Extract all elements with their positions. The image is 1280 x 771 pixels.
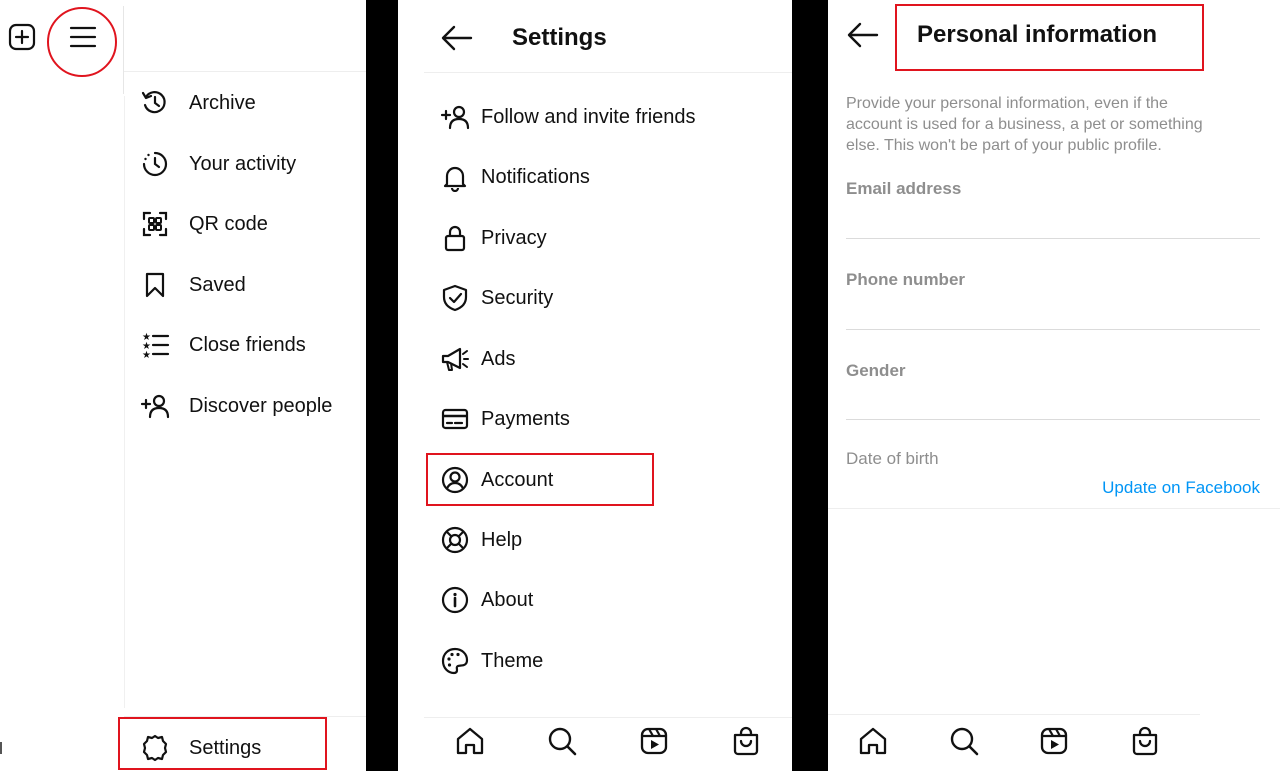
description-line: account is used for a business, a pet or… bbox=[846, 116, 1203, 133]
settings-item-follow-invite[interactable]: Follow and invite friends bbox=[440, 97, 696, 137]
card-icon bbox=[440, 404, 470, 434]
home-icon[interactable] bbox=[857, 725, 889, 762]
new-post-button[interactable] bbox=[7, 22, 37, 52]
field-underline bbox=[846, 329, 1260, 330]
gender-field-label: Gender bbox=[846, 361, 906, 380]
settings-item-label: Security bbox=[481, 286, 554, 309]
bottom-nav bbox=[828, 716, 1190, 771]
menu-item-label: Your activity bbox=[189, 152, 297, 175]
menu-item-label: Archive bbox=[189, 91, 256, 114]
panel-separator bbox=[792, 0, 828, 771]
field-underline bbox=[846, 419, 1260, 420]
highlight-box bbox=[426, 453, 654, 506]
email-field-label: Email address bbox=[846, 179, 962, 198]
svg-text:★: ★ bbox=[142, 350, 151, 360]
search-icon[interactable] bbox=[948, 725, 980, 762]
settings-item-label: Follow and invite friends bbox=[481, 105, 696, 128]
settings-item-label: Payments bbox=[481, 407, 570, 430]
email-field[interactable] bbox=[846, 200, 1260, 238]
home-icon[interactable] bbox=[454, 725, 486, 762]
settings-item-ads[interactable]: Ads bbox=[440, 339, 515, 379]
bell-icon bbox=[440, 162, 470, 192]
bookmark-icon bbox=[140, 269, 176, 301]
personal-info-panel: Personal information Provide your person… bbox=[828, 0, 1280, 771]
settings-item-label: Privacy bbox=[481, 226, 547, 249]
divider bbox=[124, 96, 125, 708]
activity-icon bbox=[140, 148, 176, 180]
arrow-left-icon bbox=[847, 22, 879, 48]
divider bbox=[828, 714, 1200, 715]
megaphone-icon bbox=[440, 344, 470, 374]
help-icon bbox=[440, 525, 470, 555]
arrow-left-icon bbox=[441, 25, 473, 51]
plus-square-icon bbox=[8, 23, 36, 51]
highlight-box bbox=[895, 4, 1204, 71]
reels-icon[interactable] bbox=[1038, 725, 1070, 762]
palette-icon bbox=[440, 646, 470, 676]
menu-item-close-friends[interactable]: ★ ★ ★ Close friends bbox=[140, 325, 306, 365]
close-friends-icon: ★ ★ ★ bbox=[140, 329, 176, 361]
menu-item-saved[interactable]: Saved bbox=[140, 265, 246, 305]
settings-item-label: Theme bbox=[481, 649, 544, 672]
reels-icon[interactable] bbox=[638, 725, 670, 762]
shield-icon bbox=[440, 283, 470, 313]
divider bbox=[424, 72, 792, 73]
update-on-facebook-link[interactable]: Update on Facebook bbox=[1102, 478, 1260, 498]
page-title: Settings bbox=[512, 24, 607, 51]
panel-separator bbox=[366, 0, 398, 771]
edge-mark bbox=[0, 742, 2, 754]
menu-item-qr-code[interactable]: QR code bbox=[140, 204, 268, 244]
lock-icon bbox=[440, 223, 470, 253]
settings-item-payments[interactable]: Payments bbox=[440, 399, 570, 439]
description: Provide your personal information, even … bbox=[846, 93, 1266, 156]
search-icon[interactable] bbox=[546, 725, 578, 762]
side-menu-panel: Archive Your activity QR code Saved ★ ★ ★ … bbox=[0, 0, 366, 771]
settings-item-security[interactable]: Security bbox=[440, 278, 553, 318]
add-person-icon bbox=[440, 102, 470, 132]
settings-item-help[interactable]: Help bbox=[440, 520, 522, 560]
menu-item-label: Discover people bbox=[189, 394, 333, 417]
settings-item-privacy[interactable]: Privacy bbox=[440, 218, 547, 258]
settings-item-about[interactable]: About bbox=[440, 580, 533, 620]
shop-icon[interactable] bbox=[1129, 725, 1161, 762]
menu-item-archive[interactable]: Archive bbox=[140, 83, 256, 123]
info-icon bbox=[440, 585, 470, 615]
add-person-icon bbox=[140, 390, 176, 422]
archive-icon bbox=[140, 87, 176, 119]
settings-item-label: Help bbox=[481, 528, 523, 551]
back-button[interactable] bbox=[846, 20, 880, 50]
divider bbox=[124, 71, 366, 72]
field-underline bbox=[846, 238, 1260, 239]
gender-field[interactable] bbox=[846, 381, 1260, 419]
qr-code-icon bbox=[140, 208, 176, 240]
settings-item-label: Notifications bbox=[481, 165, 590, 188]
menu-item-label: QR code bbox=[189, 212, 268, 235]
back-button[interactable] bbox=[440, 23, 474, 53]
menu-item-label: Close friends bbox=[189, 333, 306, 356]
description-line: else. This won't be part of your public … bbox=[846, 137, 1162, 154]
description-line: Provide your personal information, even … bbox=[846, 95, 1168, 112]
settings-item-notifications[interactable]: Notifications bbox=[440, 157, 590, 197]
settings-item-label: Ads bbox=[481, 347, 516, 370]
menu-item-discover-people[interactable]: Discover people bbox=[140, 386, 332, 426]
top-bar bbox=[0, 0, 124, 96]
settings-item-label: About bbox=[481, 588, 534, 611]
shop-icon[interactable] bbox=[730, 725, 762, 762]
highlight-box bbox=[118, 717, 327, 770]
settings-panel: Settings Follow and invite friends Notif… bbox=[398, 0, 792, 771]
menu-item-your-activity[interactable]: Your activity bbox=[140, 144, 296, 184]
settings-item-theme[interactable]: Theme bbox=[440, 641, 543, 681]
phone-field[interactable] bbox=[846, 290, 1260, 328]
dob-field-label: Date of birth bbox=[846, 449, 939, 468]
divider bbox=[123, 6, 124, 94]
phone-field-label: Phone number bbox=[846, 270, 966, 289]
divider bbox=[828, 508, 1280, 509]
highlight-circle bbox=[47, 7, 117, 77]
bottom-nav bbox=[424, 716, 792, 771]
menu-item-label: Saved bbox=[189, 273, 246, 296]
